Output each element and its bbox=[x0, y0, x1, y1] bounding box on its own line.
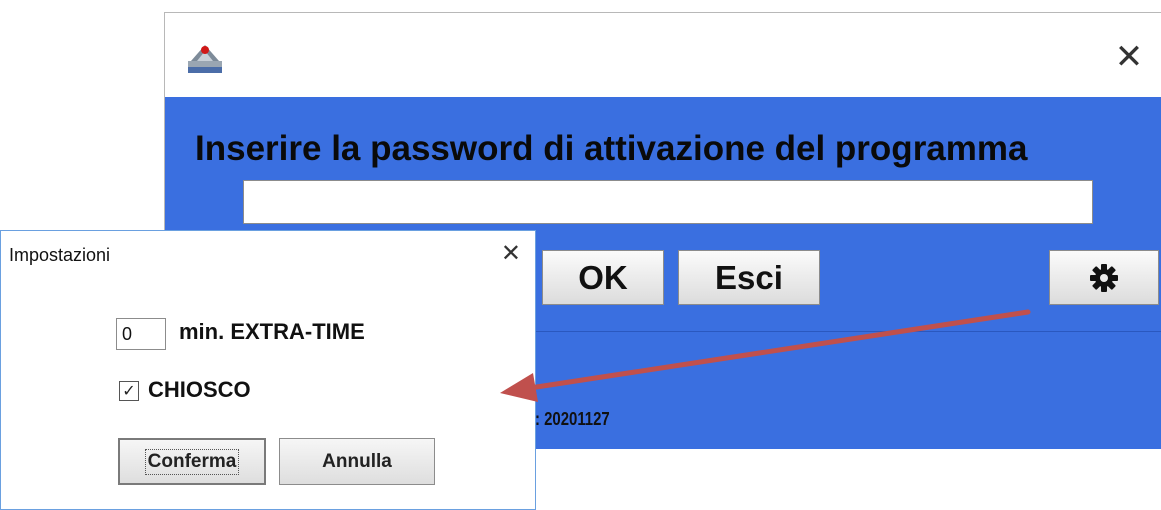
arrow-annotation bbox=[500, 309, 1031, 402]
